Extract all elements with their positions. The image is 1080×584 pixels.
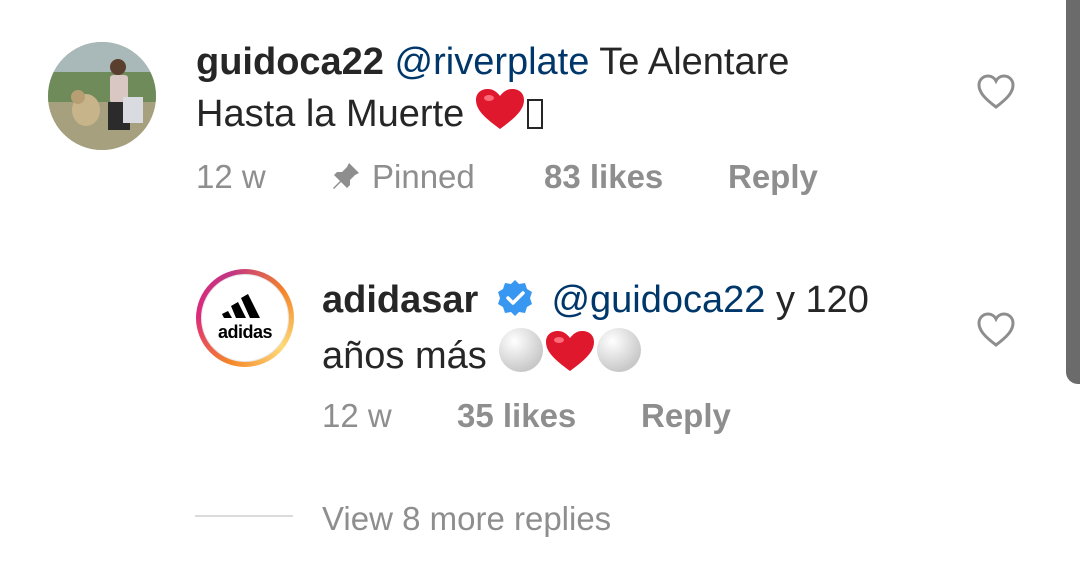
comment-line-2: años más (322, 326, 643, 378)
like-heart-icon[interactable] (976, 72, 1016, 112)
scrollbar[interactable] (1066, 0, 1080, 384)
reply-button[interactable]: Reply (728, 158, 818, 196)
comment-username[interactable]: guidoca22 (196, 41, 384, 83)
comment-time: 12 w (196, 158, 266, 195)
comment-text: años más (322, 335, 487, 377)
pin-icon (333, 163, 359, 189)
heart-emoji (475, 89, 524, 129)
avatar-photo (48, 42, 156, 150)
ball-emoji (499, 328, 544, 372)
likes-count[interactable]: 83 likes (544, 158, 663, 196)
comment-text: Te Alentare (599, 41, 790, 83)
avatar[interactable]: adidas (196, 269, 294, 367)
pinned-label: Pinned (372, 158, 475, 195)
comment-username[interactable]: adidasar (322, 279, 478, 321)
ball-emoji (597, 328, 642, 372)
adidas-logo: adidas (201, 274, 289, 362)
comment-line-1: adidasar @guidoca22 y 120 (322, 278, 869, 322)
likes-count[interactable]: 35 likes (457, 397, 576, 435)
verified-badge-icon (497, 280, 532, 316)
comment-line-1: guidoca22 @riverplate Te Alentare (196, 40, 789, 84)
comment-time: 12 w (322, 397, 392, 434)
comment-meta: 12 w (196, 158, 266, 196)
missing-glyph-icon (526, 99, 543, 129)
comment-text: y 120 (775, 279, 869, 321)
comment-mention[interactable]: @guidoca22 (551, 279, 765, 321)
view-more-replies-button[interactable]: View 8 more replies (322, 500, 611, 538)
reply-button[interactable]: Reply (641, 397, 731, 435)
like-heart-icon[interactable] (976, 310, 1016, 350)
adidas-logo-text: adidas (217, 321, 273, 342)
heart-emoji (546, 331, 595, 371)
comment-text: Hasta la Muerte (196, 93, 465, 135)
pinned-indicator: Pinned (330, 158, 475, 196)
avatar[interactable] (48, 42, 156, 150)
replies-divider (195, 515, 293, 517)
comment-mention[interactable]: @riverplate (395, 41, 590, 83)
comment-line-2: Hasta la Muerte (196, 88, 543, 136)
